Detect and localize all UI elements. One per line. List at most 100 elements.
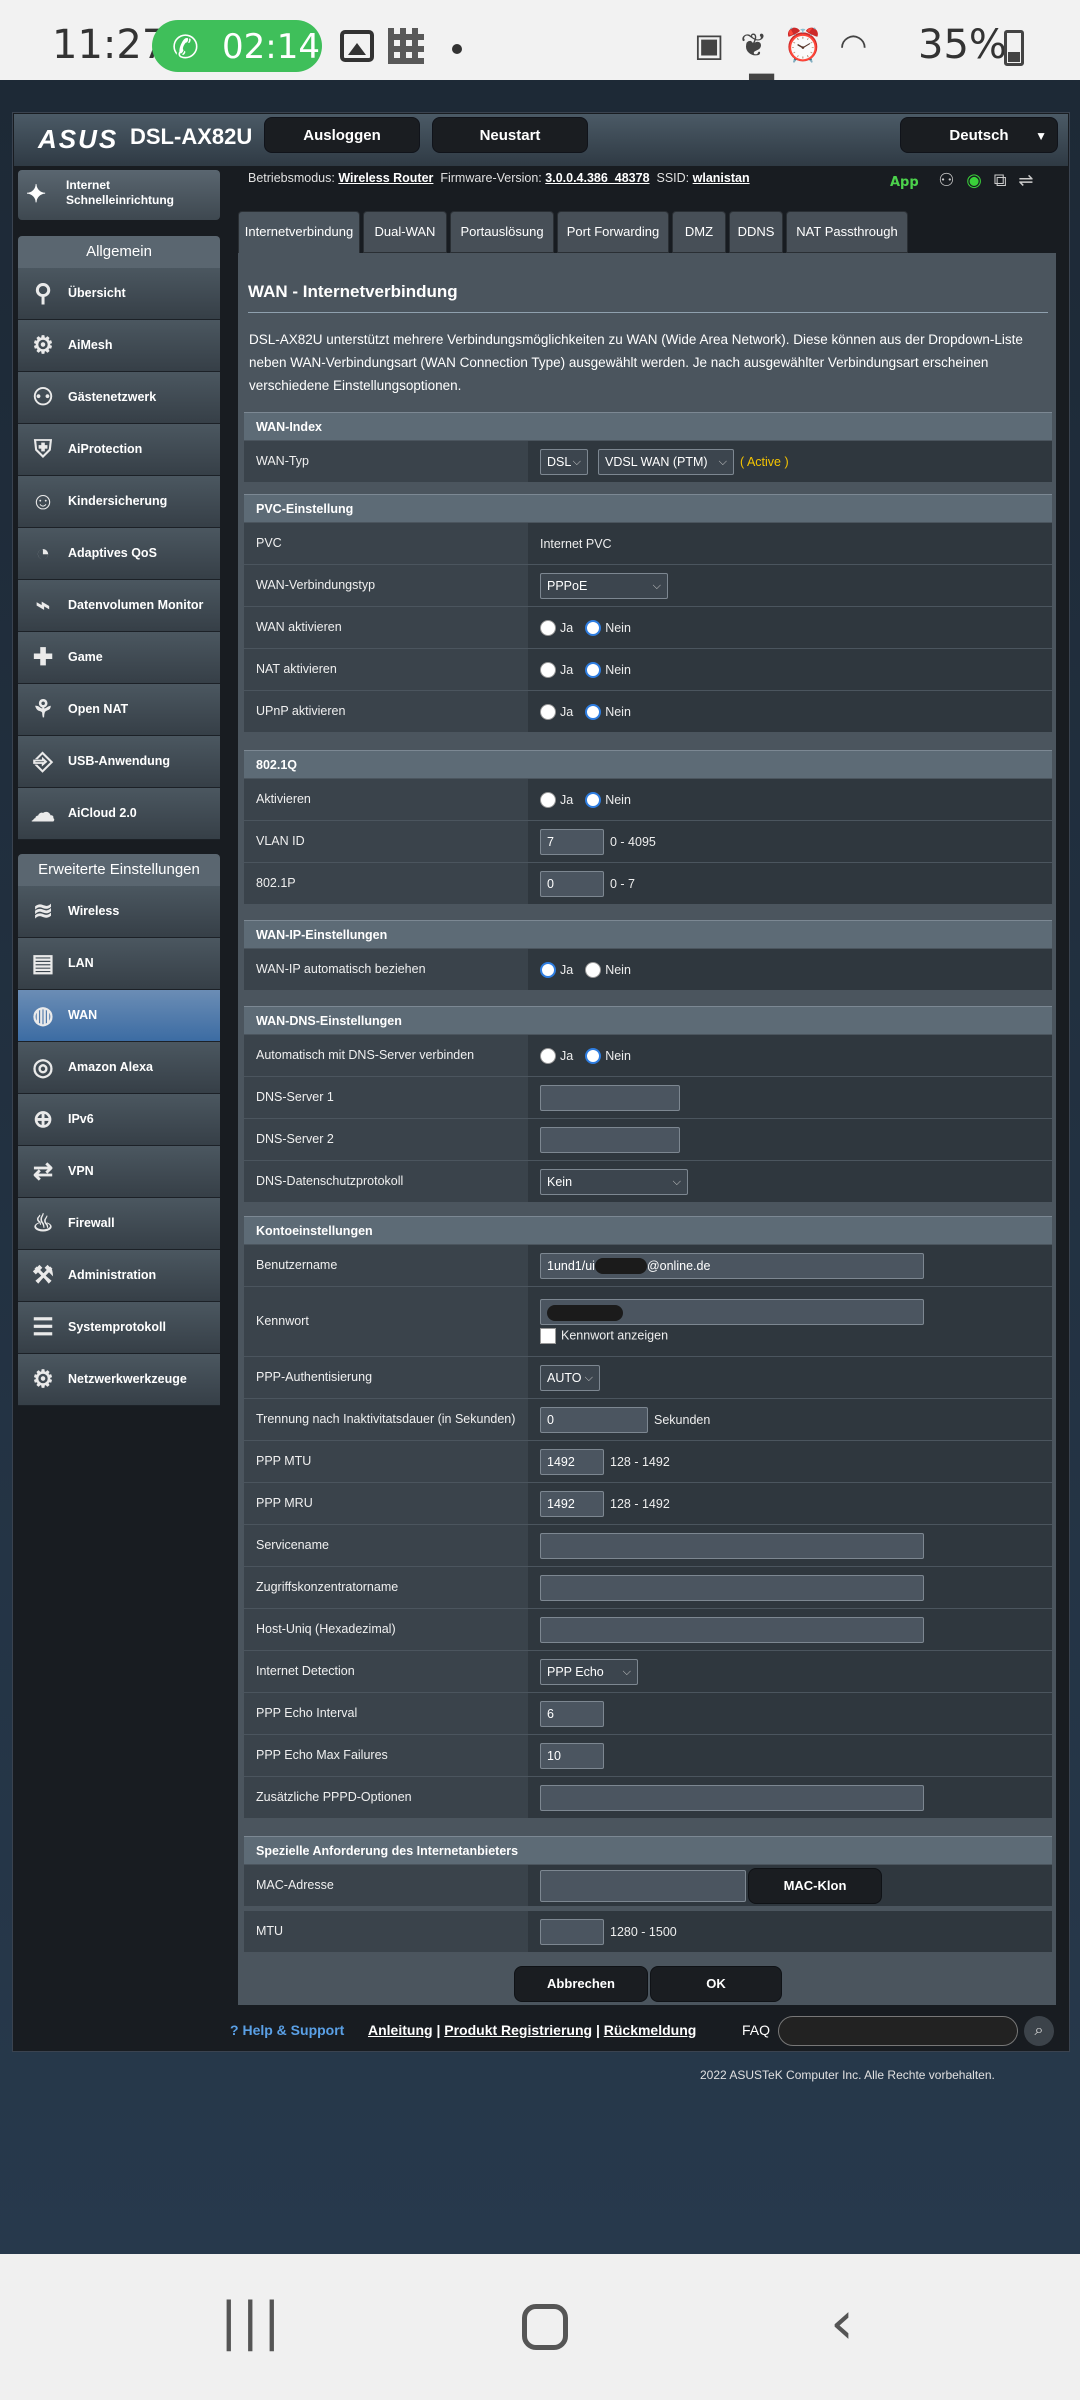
sidebar-item-aicloud-2-0[interactable]: ☁ AiCloud 2.0: [18, 788, 220, 840]
upnp-no-radio[interactable]: [585, 703, 602, 720]
usb-status-icon[interactable]: ⇌: [1018, 170, 1033, 191]
nat-enable-yes-radio[interactable]: [540, 661, 556, 678]
page-description: DSL-AX82U unterstützt mehrere Verbindung…: [249, 332, 1023, 393]
sidebar-item-adaptives-qos[interactable]: ◔ Adaptives QoS: [18, 528, 220, 580]
wan-ip-auto-yes-radio[interactable]: [540, 961, 556, 978]
vlan-no-radio[interactable]: [585, 791, 602, 808]
username-label: Benutzername: [244, 1245, 528, 1286]
sidebar-item-gästenetzwerk[interactable]: ⚇ Gästenetzwerk: [18, 372, 220, 424]
mtu-input[interactable]: [540, 1918, 604, 1945]
tab-portauslösung[interactable]: Portauslösung: [450, 211, 554, 253]
upnp-yes-radio[interactable]: [540, 703, 556, 720]
chevron-down-icon: ⌵: [572, 455, 581, 468]
service-name-input[interactable]: [540, 1532, 924, 1559]
help-support-link[interactable]: ? Help & Support: [230, 2022, 344, 2038]
sidebar-item-aiprotection[interactable]: ⛨ AiProtection: [18, 424, 220, 476]
quick-setup-button[interactable]: ✦ Internet Schnelleinrichtung: [18, 170, 220, 220]
host-uniq-input[interactable]: [540, 1616, 924, 1643]
sidebar-item-ipv6[interactable]: ⊕ IPv6: [18, 1094, 220, 1146]
recents-icon[interactable]: |||: [220, 2292, 285, 2352]
tab-ddns[interactable]: DDNS: [729, 211, 783, 253]
sidebar-item-amazon-alexa[interactable]: ◎ Amazon Alexa: [18, 1042, 220, 1094]
status-time: 11:27: [52, 22, 168, 68]
register-link[interactable]: Produkt Registrierung: [444, 2022, 592, 2038]
sidebar-item-netzwerkwerkzeuge[interactable]: ⚙ Netzwerkwerkzeuge: [18, 1354, 220, 1406]
dns-auto-no-radio[interactable]: [585, 1047, 602, 1064]
ppp-auth-select[interactable]: AUTO ⌵: [540, 1364, 600, 1391]
password-input[interactable]: [540, 1299, 924, 1325]
ac-name-input[interactable]: [540, 1574, 924, 1601]
mac-address-input[interactable]: [540, 1869, 746, 1902]
page-title: WAN - Internetverbindung: [248, 282, 458, 301]
tab-dual-wan[interactable]: Dual-WAN: [363, 211, 447, 253]
dns2-input[interactable]: [540, 1126, 680, 1153]
ppp-mru-input[interactable]: 1492: [540, 1490, 604, 1517]
clients-icon[interactable]: ⚇: [938, 170, 954, 191]
logout-button[interactable]: Ausloggen: [264, 117, 420, 153]
pppd-options-input[interactable]: [540, 1784, 924, 1811]
sidebar-item-übersicht[interactable]: ⚲ Übersicht: [18, 268, 220, 320]
vlan-yes-radio[interactable]: [540, 791, 556, 808]
sidebar-item-administration[interactable]: ⚒ Administration: [18, 1250, 220, 1302]
wan-type-select[interactable]: DSL ⌵: [540, 448, 588, 475]
copy-icon[interactable]: ⧉: [994, 170, 1007, 191]
back-icon[interactable]: ‹: [830, 2288, 854, 2358]
sidebar-item-datenvolumen-monitor[interactable]: ⌁ Datenvolumen Monitor: [18, 580, 220, 632]
idle-timeout-input[interactable]: 0: [540, 1406, 648, 1433]
sidebar-item-firewall[interactable]: ♨ Firewall: [18, 1198, 220, 1250]
tab-nat-passthrough[interactable]: NAT Passthrough: [786, 211, 908, 253]
manual-link[interactable]: Anleitung: [368, 2022, 433, 2038]
dns1-label: DNS-Server 1: [244, 1077, 528, 1118]
dns1-input[interactable]: [540, 1084, 680, 1111]
firmware-link[interactable]: 3.0.0.4.386_48378: [545, 171, 649, 185]
tab-dmz[interactable]: DMZ: [672, 211, 726, 253]
chevron-down-icon: ⌵: [622, 1665, 631, 1678]
internet-detection-select[interactable]: PPP Echo ⌵: [540, 1658, 638, 1685]
search-icon[interactable]: ⌕: [1024, 2016, 1054, 2046]
sidebar-item-lan[interactable]: ▤ LAN: [18, 938, 220, 990]
feedback-link[interactable]: Rückmeldung: [604, 2022, 697, 2038]
tab-port-forwarding[interactable]: Port Forwarding: [557, 211, 669, 253]
nat-enable-no-radio[interactable]: [585, 661, 602, 678]
dsl-mode-select[interactable]: VDSL WAN (PTM) ⌵: [598, 448, 734, 475]
sidebar-item-kindersicherung[interactable]: ☺ Kindersicherung: [18, 476, 220, 528]
status-bar: 11:27 ✆ 02:14 ▣ ❦ ⏰ ◠ ▂▄▆ 35%: [0, 0, 1080, 102]
username-input[interactable]: 1und1/ui @online.de: [540, 1252, 924, 1279]
sidebar-item-vpn[interactable]: ⇄ VPN: [18, 1146, 220, 1198]
ppp-mru-range: 128 - 1492: [610, 1496, 670, 1511]
show-password-checkbox[interactable]: [540, 1328, 556, 1344]
vlan-id-input[interactable]: 7: [540, 828, 604, 855]
sidebar-item-systemprotokoll[interactable]: ☰ Systemprotokoll: [18, 1302, 220, 1354]
ssid-link[interactable]: wlanistan: [693, 171, 750, 185]
sidebar-item-game[interactable]: ✚ Game: [18, 632, 220, 684]
cancel-button[interactable]: Abbrechen: [514, 1966, 648, 2002]
sidebar-item-usb-anwendung[interactable]: ⎆ USB-Anwendung: [18, 736, 220, 788]
mac-clone-button[interactable]: MAC-Klon: [748, 1867, 882, 1904]
call-indicator[interactable]: ✆ 02:14: [152, 20, 322, 72]
dns-privacy-select[interactable]: Kein ⌵: [540, 1168, 688, 1195]
wan-enable-no-radio[interactable]: [585, 619, 602, 636]
wan-enable-yes-radio[interactable]: [540, 619, 556, 636]
faq-search-input[interactable]: [778, 2016, 1018, 2046]
echo-failures-input[interactable]: 10: [540, 1742, 604, 1769]
sidebar-item-wireless[interactable]: ≋ Wireless: [18, 886, 220, 938]
echo-interval-input[interactable]: 6: [540, 1700, 604, 1727]
show-password[interactable]: Kennwort anzeigen: [540, 1328, 668, 1344]
sidebar-item-open-nat[interactable]: ⚘ Open NAT: [18, 684, 220, 736]
dns-auto-yes-radio[interactable]: [540, 1047, 556, 1064]
sidebar-item-wan[interactable]: ◍ WAN: [18, 990, 220, 1042]
sidebar-item-aimesh[interactable]: ⚙ AiMesh: [18, 320, 220, 372]
8021p-input[interactable]: 0: [540, 870, 604, 897]
reboot-button[interactable]: Neustart: [432, 117, 588, 153]
conn-type-select[interactable]: PPPoE ⌵: [540, 572, 668, 599]
app-link[interactable]: App: [890, 175, 919, 190]
vpn-icon: ⇄: [32, 1158, 54, 1185]
language-select[interactable]: Deutsch ▼: [900, 117, 1058, 153]
operation-mode-link[interactable]: Wireless Router: [338, 171, 433, 185]
home-icon[interactable]: [522, 2304, 568, 2350]
ok-button[interactable]: OK: [650, 1966, 782, 2002]
wan-ip-auto-no-radio[interactable]: [585, 961, 602, 978]
ppp-mtu-input[interactable]: 1492: [540, 1448, 604, 1475]
internet-status-icon[interactable]: ◉: [966, 170, 982, 191]
tab-internetverbindung[interactable]: Internetverbindung: [238, 211, 360, 253]
